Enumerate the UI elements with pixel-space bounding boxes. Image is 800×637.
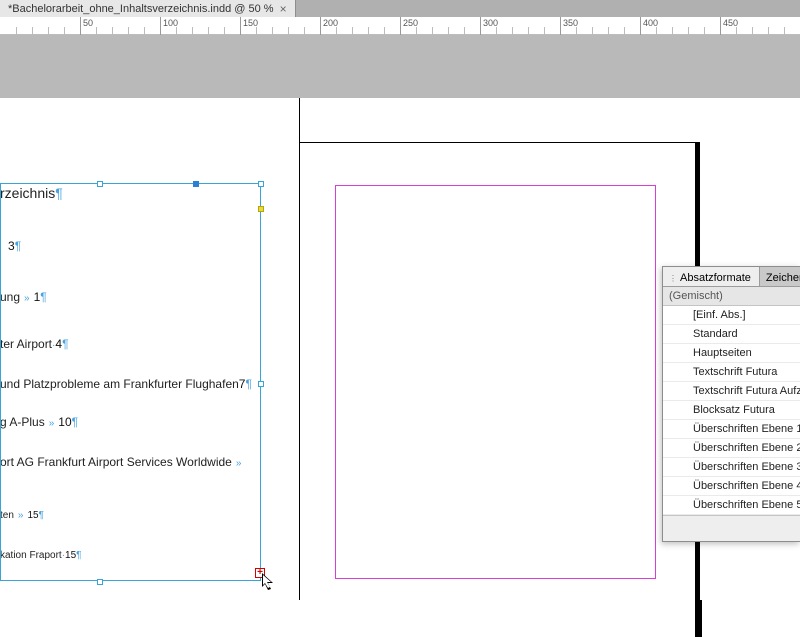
document-tab-bar: *Bachelorarbeit_ohne_Inhaltsverzeichnis.… [0, 0, 800, 17]
selection-handle[interactable] [97, 181, 103, 187]
margin-guide [335, 185, 656, 579]
style-item[interactable]: Überschriften Ebene 4 [663, 477, 800, 496]
pasteboard [0, 35, 800, 98]
style-item[interactable]: Überschriften Ebene 1 [663, 420, 800, 439]
text-frame-selection[interactable] [0, 183, 261, 581]
ruler-tick: 150 [240, 17, 241, 35]
ruler-tick: 100 [160, 17, 161, 35]
ruler-horizontal[interactable]: 50 100 150 200 250 300 350 400 450 [0, 17, 800, 35]
close-icon[interactable]: × [280, 3, 287, 15]
panel-tab-bar: ⋮ Absatzformate Zeichenf [663, 267, 800, 287]
panel-tab-label: Absatzformate [680, 272, 751, 284]
ruler-tick: 250 [400, 17, 401, 35]
document-tab-title: *Bachelorarbeit_ohne_Inhaltsverzeichnis.… [8, 3, 274, 15]
ruler-tick: 300 [480, 17, 481, 35]
ruler-tick: 200 [320, 17, 321, 35]
selection-handle[interactable] [193, 181, 199, 187]
style-item[interactable]: Überschriften Ebene 3 [663, 458, 800, 477]
style-item[interactable]: Überschriften Ebene 2 [663, 439, 800, 458]
ruler-tick: 450 [720, 17, 721, 35]
tab-zeichenformate[interactable]: Zeichenf [760, 267, 800, 286]
selection-control-yellow[interactable] [258, 206, 264, 212]
ruler-tick: 400 [640, 17, 641, 35]
selection-handle[interactable] [258, 181, 264, 187]
overset-text-icon[interactable]: + [255, 568, 265, 578]
style-item[interactable]: Textschrift Futura Aufzäh [663, 382, 800, 401]
grip-icon: ⋮ [669, 274, 677, 283]
panel-status: (Gemischt) [663, 287, 800, 306]
document-tab[interactable]: *Bachelorarbeit_ohne_Inhaltsverzeichnis.… [0, 0, 296, 17]
tab-absatzformate[interactable]: ⋮ Absatzformate [663, 267, 760, 286]
style-item[interactable]: Überschriften Ebene 5 [663, 496, 800, 515]
selection-handle[interactable] [97, 579, 103, 585]
selection-handle[interactable] [258, 381, 264, 387]
style-item[interactable]: [Einf. Abs.] [663, 306, 800, 325]
style-item[interactable]: Blocksatz Futura [663, 401, 800, 420]
style-item[interactable]: Textschrift Futura [663, 363, 800, 382]
ruler-tick: 350 [560, 17, 561, 35]
panel-tab-label: Zeichenf [766, 272, 800, 284]
paragraph-styles-panel[interactable]: ⋮ Absatzformate Zeichenf (Gemischt) [Ein… [662, 266, 800, 542]
ruler-tick: 50 [80, 17, 81, 35]
style-item[interactable]: Hauptseiten [663, 344, 800, 363]
style-list: [Einf. Abs.]StandardHauptseitenTextschri… [663, 306, 800, 515]
style-item[interactable]: Standard [663, 325, 800, 344]
panel-footer [663, 515, 800, 541]
